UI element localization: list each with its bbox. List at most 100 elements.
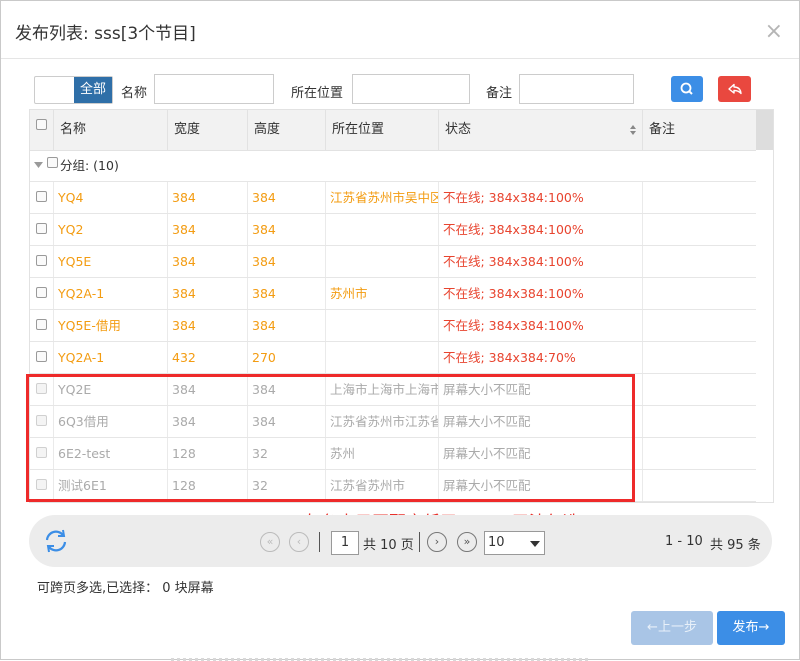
table-row[interactable]: YQ2A-1 384 384 苏州市 不在线; 384x384:100% <box>30 278 756 310</box>
page-size-select[interactable]: 10 <box>484 531 545 555</box>
cell-location <box>326 214 439 245</box>
publish-button[interactable]: 发布→ <box>717 611 785 645</box>
undo-icon <box>728 83 742 95</box>
cell-status: 不在线; 384x384:100% <box>439 310 643 341</box>
pager-divider-left <box>319 532 320 552</box>
cell-status: 不在线; 384x384:70% <box>439 342 643 373</box>
cell-status: 屏幕大小不匹配 <box>439 374 643 405</box>
row-checkbox-cell <box>30 182 54 213</box>
cell-name: YQ5E-借用 <box>54 310 168 341</box>
cell-location <box>326 342 439 373</box>
reset-button[interactable] <box>718 76 751 102</box>
cell-remark <box>643 406 756 437</box>
cell-height: 384 <box>248 406 326 437</box>
cell-name: 6E2-test <box>54 438 168 469</box>
total-pages-text: 共 10 页 <box>363 538 414 553</box>
pagination-bar: « ‹ 1 共 10 页 › » 10 1 - 10 共 95 条 <box>29 515 772 567</box>
table-row: 6E2-test 128 32 苏州 屏幕大小不匹配 <box>30 438 756 470</box>
search-button[interactable] <box>671 76 703 102</box>
col-status-label: 状态 <box>445 122 472 137</box>
dialog-title: 发布列表: sss[3个节目] <box>15 24 196 44</box>
selection-note: 可跨页多选,已选择： 0 块屏幕 <box>37 581 214 596</box>
cell-width: 384 <box>168 182 248 213</box>
cell-height: 384 <box>248 214 326 245</box>
cell-width: 384 <box>168 214 248 245</box>
refresh-icon[interactable] <box>43 528 69 554</box>
remark-filter-input[interactable] <box>519 74 634 104</box>
table-row[interactable]: YQ2 384 384 不在线; 384x384:100% <box>30 214 756 246</box>
table-row[interactable]: YQ4 384 384 江苏省苏州市吴中区 不在线; 384x384:100% <box>30 182 756 214</box>
cell-remark <box>643 278 756 309</box>
col-status[interactable]: 状态 <box>439 110 643 150</box>
cell-remark <box>643 342 756 373</box>
table-header: 名称 宽度 高度 所在位置 状态 备注 <box>30 110 756 151</box>
filter-toolbar: 全部 名称 所在位置 备注 <box>34 74 754 106</box>
sort-icon[interactable] <box>629 124 637 136</box>
cell-height: 384 <box>248 310 326 341</box>
pager-divider-right <box>419 532 420 552</box>
cell-height: 270 <box>248 342 326 373</box>
cell-location: 江苏省苏州市 <box>326 470 439 501</box>
cell-width: 128 <box>168 470 248 501</box>
cell-name: YQ2E <box>54 374 168 405</box>
header-scroll-gutter <box>756 110 773 150</box>
all-toggle[interactable]: 全部 <box>34 76 113 104</box>
prev-step-button[interactable]: ←上一步 <box>631 611 713 645</box>
cell-width: 384 <box>168 406 248 437</box>
chevron-down-icon <box>530 541 540 547</box>
first-page-icon[interactable]: « <box>260 532 280 552</box>
table-row: YQ2E 384 384 上海市上海市上海市 屏幕大小不匹配 <box>30 374 756 406</box>
col-height[interactable]: 高度 <box>248 110 326 150</box>
collapse-icon[interactable] <box>34 162 43 169</box>
cell-name: YQ5E <box>54 246 168 277</box>
all-toggle-label[interactable]: 全部 <box>74 77 112 103</box>
row-checkbox-cell <box>30 246 54 277</box>
col-remark[interactable]: 备注 <box>643 110 756 150</box>
cell-status: 屏幕大小不匹配 <box>439 406 643 437</box>
cell-width: 384 <box>168 310 248 341</box>
name-filter-input[interactable] <box>154 74 274 104</box>
row-checkbox-cell <box>30 438 54 469</box>
cell-width: 128 <box>168 438 248 469</box>
cell-location: 江苏省苏州市吴中区 <box>326 182 439 213</box>
cell-height: 384 <box>248 278 326 309</box>
table-row: 6Q3借用 384 384 江苏省苏州市江苏省 屏幕大小不匹配 <box>30 406 756 438</box>
close-icon[interactable]: × <box>765 21 783 43</box>
prev-page-icon[interactable]: ‹ <box>289 532 309 552</box>
location-filter-input[interactable] <box>352 74 470 104</box>
cell-status: 屏幕大小不匹配 <box>439 438 643 469</box>
last-page-icon[interactable]: » <box>457 532 477 552</box>
row-checkbox-cell <box>30 406 54 437</box>
cell-status: 不在线; 384x384:100% <box>439 246 643 277</box>
cell-remark <box>643 470 756 501</box>
select-all-checkbox[interactable] <box>36 119 47 130</box>
col-name[interactable]: 名称 <box>54 110 168 150</box>
screen-table: 名称 宽度 高度 所在位置 状态 备注 分组: (10) YQ4 384 384 江苏… <box>29 109 774 503</box>
table-row[interactable]: YQ5E-借用 384 384 不在线; 384x384:100% <box>30 310 756 342</box>
group-checkbox[interactable] <box>47 157 58 168</box>
next-page-icon[interactable]: › <box>427 532 447 552</box>
group-row[interactable]: 分组: (10) <box>30 150 756 182</box>
table-row[interactable]: YQ2A-1 432 270 不在线; 384x384:70% <box>30 342 756 374</box>
col-location[interactable]: 所在位置 <box>326 110 439 150</box>
header-checkbox-cell <box>30 110 54 150</box>
search-icon <box>680 82 693 95</box>
table-row[interactable]: YQ5E 384 384 不在线; 384x384:100% <box>30 246 756 278</box>
cell-status: 不在线; 384x384:100% <box>439 182 643 213</box>
cell-location: 江苏省苏州市江苏省 <box>326 406 439 437</box>
col-width[interactable]: 宽度 <box>168 110 248 150</box>
cell-name: YQ2 <box>54 214 168 245</box>
cell-location: 苏州市 <box>326 278 439 309</box>
cell-remark <box>643 246 756 277</box>
cell-name: YQ4 <box>54 182 168 213</box>
cell-status: 不在线; 384x384:100% <box>439 214 643 245</box>
cell-remark <box>643 438 756 469</box>
name-filter-label: 名称 <box>121 86 148 101</box>
cell-remark <box>643 182 756 213</box>
cell-height: 32 <box>248 438 326 469</box>
cell-height: 384 <box>248 246 326 277</box>
cell-name: YQ2A-1 <box>54 342 168 373</box>
cell-height: 384 <box>248 182 326 213</box>
location-filter-label: 所在位置 <box>291 86 344 101</box>
current-page-input[interactable]: 1 <box>331 531 359 555</box>
